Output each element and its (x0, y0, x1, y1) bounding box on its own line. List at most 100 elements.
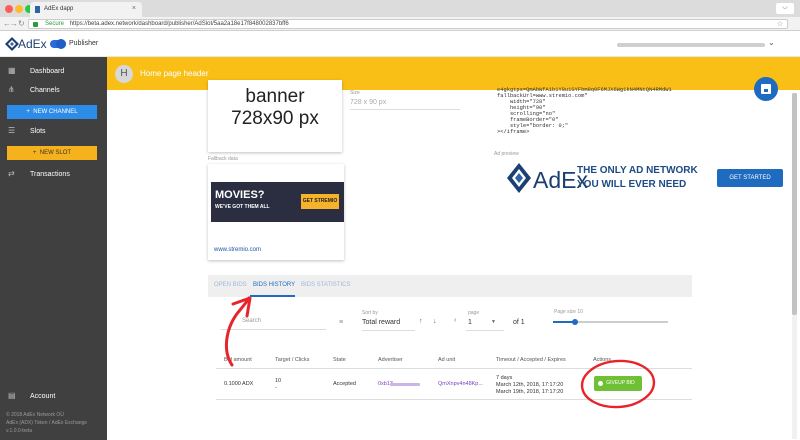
tab-close-icon[interactable]: × (132, 5, 136, 12)
save-button[interactable] (754, 77, 778, 101)
new-channel-label: NEW CHANNEL (33, 109, 78, 115)
page-size-label: Page size 10 (554, 309, 583, 315)
prev-page-icon[interactable]: ‹ (454, 317, 456, 324)
bids-tabs: OPEN BIDS BIDS HISTORY BIDS STATISTICS (208, 275, 692, 297)
search-input[interactable] (221, 329, 326, 330)
col-timeout: Timeout / Accepted / Expires (496, 357, 566, 363)
transactions-icon: ⇄ (8, 169, 15, 178)
col-ad-unit: Ad unit (438, 357, 456, 363)
sort-label: Sort by (362, 310, 378, 316)
bookmark-star-icon[interactable]: ☆ (777, 20, 783, 28)
address-bar[interactable]: Secure https://beta.adex.network/dashboa… (28, 19, 788, 29)
new-slot-button[interactable]: + NEW SLOT (7, 146, 97, 160)
clicks-value: - (275, 385, 277, 391)
col-bid-amount: Bid amount (224, 357, 252, 363)
sidebar-item-dashboard[interactable]: ▦ Dashboard (0, 64, 107, 80)
sidebar-item-label: Channels (30, 87, 60, 94)
browser-profile-icon[interactable]: ◡ (776, 3, 794, 14)
adex-logo-icon (5, 37, 19, 51)
browser-tab-strip: AdEx dapp × ◡ (0, 0, 800, 17)
account-address-redacted[interactable] (617, 43, 765, 47)
url-text: https://beta.adex.network/dashboard/publ… (69, 21, 289, 27)
sort-underline (362, 330, 415, 331)
browser-toolbar: ← → ↻ Secure https://beta.adex.network/d… (0, 17, 800, 31)
target-value: 10 (275, 378, 282, 384)
banner-preview-card: banner 728x90 px (208, 80, 342, 152)
giveup-icon (598, 381, 603, 386)
save-icon (761, 84, 771, 94)
sort-icon[interactable]: ≡ (339, 319, 343, 326)
brand-name: AdEx (18, 37, 47, 51)
sidebar: ▦ Dashboard ⋔ Channels + NEW CHANNEL ☰ S… (0, 57, 107, 440)
table-header-divider (216, 368, 692, 369)
size-label: Size (350, 90, 360, 96)
account-icon: ▤ (8, 391, 16, 400)
page-select[interactable]: 1 (468, 319, 472, 326)
minimize-window-icon[interactable] (15, 5, 23, 13)
sidebar-item-label: Dashboard (30, 68, 65, 75)
app-header: AdEx Publisher ⌄ (0, 31, 800, 57)
slider-thumb[interactable] (572, 319, 578, 325)
footer-version: v.1.0.0-beta (6, 428, 33, 434)
page-label: page (468, 310, 480, 316)
size-underline (350, 109, 460, 110)
preview-tagline-2: YOU WILL EVER NEED (577, 179, 687, 190)
fallback-url-link[interactable]: www.stremio.com (214, 247, 261, 253)
bid-amount: 0.1000 ADX (224, 381, 254, 387)
chevron-down-icon[interactable]: ⌄ (768, 38, 775, 47)
page-dropdown-icon[interactable]: ▼ (491, 319, 496, 325)
banner-headline: MOVIES? (215, 189, 265, 201)
new-channel-button[interactable]: + NEW CHANNEL (7, 105, 97, 119)
bid-state: Accepted (333, 381, 356, 387)
advertiser-redacted (390, 383, 420, 386)
sidebar-item-label: Account (30, 393, 56, 400)
footer-token-links: AdEx (ADX) Token / AdEx Exchange (6, 420, 88, 426)
reload-icon[interactable]: ↻ (18, 19, 25, 28)
new-slot-label: NEW SLOT (39, 150, 72, 156)
close-window-icon[interactable] (5, 5, 13, 13)
preview-tagline-1: THE ONLY AD NETWORK (577, 165, 698, 176)
bid-expires: March 19th, 2018, 17:17:20 (496, 389, 564, 395)
slot-title: Home page header (140, 69, 209, 78)
get-started-button[interactable]: GET STARTED (717, 169, 783, 187)
sort-asc-icon[interactable]: ↑ (419, 318, 423, 325)
ad-unit-link[interactable]: QmXnpv4n48Kp... (438, 381, 483, 387)
giveup-bid-button[interactable]: GIVEUP BID (594, 376, 642, 391)
main-content: H Home page header banner 728x90 px Size… (107, 57, 800, 440)
banner-text-line2: 728x90 px (231, 108, 319, 129)
fallback-banner-image: MOVIES? WE'VE GOT THEM ALL GET STREMIO (211, 182, 344, 222)
table-row-divider (216, 399, 692, 400)
banner-text-line1: banner (245, 86, 305, 107)
ad-preview-label: Ad preview (494, 151, 519, 157)
sidebar-item-channels[interactable]: ⋔ Channels (0, 83, 107, 99)
embed-code: e4gkgtps=QmAbWfA1b1Y8u1GYFbm8q0F6MJX6Wg1… (497, 87, 672, 135)
dashboard-icon: ▦ (8, 66, 16, 75)
size-value: 728 x 90 px (350, 99, 387, 106)
publisher-mode-toggle[interactable] (50, 39, 66, 49)
forward-icon[interactable]: → (10, 19, 18, 28)
sidebar-item-transactions[interactable]: ⇄ Transactions (0, 167, 107, 183)
scrollbar[interactable] (792, 93, 797, 439)
browser-tab[interactable]: AdEx dapp × (30, 2, 142, 17)
scrollbar-thumb[interactable] (792, 93, 797, 315)
toggle-knob (56, 39, 66, 49)
footer-copyright: © 2018 AdEx Network OÜ (6, 412, 64, 418)
page-size-slider[interactable] (553, 319, 668, 325)
fallback-label: Fallback data (208, 156, 238, 162)
tab-bids-statistics[interactable]: BIDS STATISTICS (301, 282, 350, 288)
plus-icon: + (32, 150, 37, 156)
tab-bids-history[interactable]: BIDS HISTORY (253, 282, 295, 288)
sort-select[interactable]: Total reward (362, 319, 400, 326)
tab-title: AdEx dapp (44, 6, 74, 12)
sidebar-item-slots[interactable]: ☰ Slots (0, 124, 107, 140)
channels-icon: ⋔ (8, 85, 15, 94)
page-underline (466, 330, 504, 331)
slot-avatar: H (115, 65, 133, 83)
tab-open-bids[interactable]: OPEN BIDS (214, 282, 247, 288)
sidebar-item-account[interactable]: ▤ Account (0, 389, 107, 405)
col-advertiser: Advertiser (378, 357, 403, 363)
search-placeholder: Search (242, 318, 262, 324)
sort-desc-icon[interactable]: ↓ (433, 318, 437, 325)
col-target-clicks: Target / Clicks (275, 357, 310, 363)
page-total: of 1 (513, 319, 525, 326)
